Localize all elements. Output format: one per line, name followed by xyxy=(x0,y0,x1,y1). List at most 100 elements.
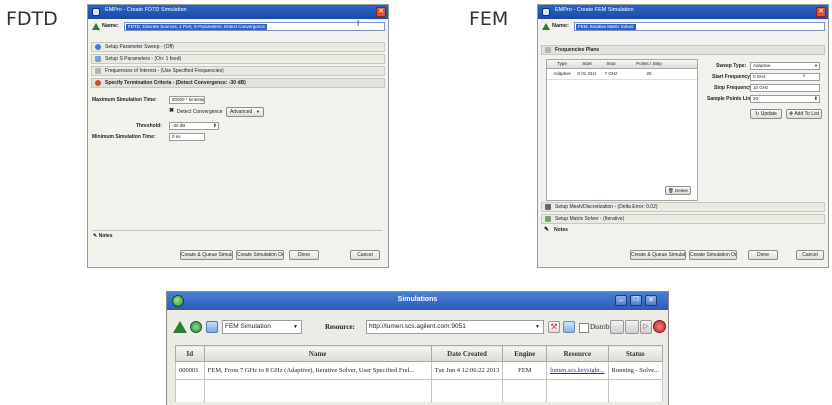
section-matrix-solver[interactable]: Setup Matrix Solver - (Iterative) xyxy=(541,214,825,224)
min-sim-time-label: Minimum Simulation Time: xyxy=(92,134,156,140)
resource-input[interactable]: http://lumen.scs.agilent.com:9051 ▼ xyxy=(366,320,544,334)
col-id-header[interactable]: Id xyxy=(175,345,205,362)
simulation-type-combo[interactable]: FEM Simulation ▼ xyxy=(222,320,302,334)
create-queue-button[interactable]: Create & Queue Simulation xyxy=(630,250,686,260)
port-icon xyxy=(95,56,101,62)
section-label: Frequencies Plans xyxy=(555,47,600,53)
close-icon[interactable]: ✕ xyxy=(816,7,826,17)
text-cursor-icon: I xyxy=(803,73,805,79)
create-only-button[interactable]: Create Simulation Only xyxy=(689,250,737,260)
col-engine-header[interactable]: Engine xyxy=(502,345,548,362)
fdtd-name-row: Name: FDTD, Discrete Sources, 1 Port, S-… xyxy=(91,19,385,32)
section-parameter-sweep[interactable]: Setup Parameter Sweep - (Off) xyxy=(91,42,385,52)
sweep-type-select[interactable]: Adaptive ▼ xyxy=(750,62,820,70)
link-icon[interactable]: ⚒ xyxy=(548,321,560,333)
notes-row[interactable]: ✎ Notes xyxy=(93,233,113,239)
section-label: Frequencies of Interest - (Use Specified… xyxy=(105,68,224,74)
min-sim-time-input[interactable]: 0 ns xyxy=(169,133,205,141)
sample-points-value: 20 xyxy=(753,96,759,101)
distributed-checkbox[interactable] xyxy=(579,323,589,333)
stop-icon[interactable] xyxy=(653,320,666,333)
done-button[interactable]: Done xyxy=(289,250,319,260)
section-notes[interactable]: ✎ Notes xyxy=(541,226,825,236)
section-label: Setup Matrix Solver - (Iterative) xyxy=(555,216,625,222)
name-input[interactable]: FEM, Iterative Matrix Solver xyxy=(574,22,825,31)
start-frequency-value: 0 GHz xyxy=(753,74,766,79)
col-name-header[interactable]: Name xyxy=(203,345,432,362)
done-button[interactable]: Done xyxy=(748,250,778,260)
stop-frequency-input[interactable]: 10 GHz xyxy=(750,84,820,92)
mesh-icon xyxy=(545,204,551,210)
fem-titlebar: EMPro - Create FEM Simulation ✕ xyxy=(538,5,828,19)
spinner-icon[interactable]: ⬍ xyxy=(814,96,818,102)
section-frequencies[interactable]: Frequencies of Interest - (Use Specified… xyxy=(91,66,385,76)
pencil-icon: ✎ xyxy=(93,233,98,239)
chevron-down-icon: ▼ xyxy=(256,109,260,114)
settings-icon[interactable] xyxy=(206,321,218,333)
close-icon[interactable]: ✕ xyxy=(645,295,657,306)
sample-points-input[interactable]: 20 ⬍ xyxy=(750,95,820,103)
stop-frequency-label: Stop Frequency: xyxy=(714,85,754,91)
fem-name-row: Name: FEM, Iterative Matrix Solver xyxy=(541,22,825,32)
col-status-header[interactable]: Status xyxy=(607,345,663,362)
section-label: Specify Termination Criteria - (Detect C… xyxy=(105,80,246,86)
chevron-down-icon: ▼ xyxy=(535,324,540,330)
section-s-parameters[interactable]: Setup S Parameters - (On: 1 feed) xyxy=(91,54,385,64)
col-resource-header[interactable]: Resource xyxy=(546,345,609,362)
create-queue-button[interactable]: Create & Queue Simulation xyxy=(180,250,233,260)
maximize-icon[interactable]: ❐ xyxy=(630,295,642,306)
advanced-dropdown[interactable]: Advanced ▼ xyxy=(226,107,264,117)
fem-label: FEM xyxy=(469,8,509,30)
resource-label: Resource: xyxy=(325,323,355,331)
warning-icon xyxy=(92,23,100,30)
name-label: Name: xyxy=(102,23,119,29)
simulations-title: Simulations xyxy=(397,296,438,303)
section-mesh[interactable]: Setup Mesh/Discretization - (Delta Error… xyxy=(541,202,825,212)
empty-row xyxy=(175,379,663,402)
chevron-down-icon: ▼ xyxy=(293,324,298,330)
max-sim-time-input[interactable]: 50000 * timestep xyxy=(169,96,205,104)
frequency-plan-table: Type Start Stop Points / Step Adaptive 0… xyxy=(546,59,698,201)
spinner-icon[interactable]: ⬍ xyxy=(213,123,217,129)
add-to-list-button[interactable]: ✚ Add To List xyxy=(786,109,822,119)
start-frequency-input[interactable]: 0 GHz I xyxy=(750,73,820,81)
cell-stop: 7 GHz xyxy=(604,71,618,76)
minimize-icon[interactable]: – xyxy=(615,295,627,306)
section-frequency-plans[interactable]: Frequencies Plans xyxy=(541,45,825,55)
cell-type: Adaptive xyxy=(553,71,571,76)
detect-convergence-checkbox[interactable]: ✖ xyxy=(169,108,175,114)
cancel-button[interactable]: Cancel xyxy=(796,250,824,260)
name-input[interactable]: FDTD, Discrete Sources, 1 Port, S-Parame… xyxy=(124,19,385,31)
col-type-header: Type xyxy=(557,61,567,66)
cell-resource-link[interactable]: lumen.scs.keysight... xyxy=(546,361,609,380)
simulations-titlebar: Simulations – ❐ ✕ xyxy=(167,292,668,310)
divider xyxy=(92,230,382,231)
warning-icon[interactable] xyxy=(173,321,187,333)
fem-window-title: EMPro - Create FEM Simulation xyxy=(555,7,634,13)
fdtd-titlebar: EMPro - Create FDTD Simulation ✕ xyxy=(88,5,388,19)
cancel-button[interactable]: Cancel xyxy=(350,250,380,260)
queue-icon[interactable] xyxy=(610,320,624,334)
app-icon xyxy=(542,8,550,16)
update-button[interactable]: ↻ Update xyxy=(750,109,782,119)
play-icon[interactable]: ▷ xyxy=(640,320,652,334)
simulations-window: Simulations – ❐ ✕ FEM Simulation ▼ Resour… xyxy=(166,291,669,405)
close-icon[interactable]: ✕ xyxy=(376,7,386,17)
computer-icon[interactable] xyxy=(563,321,575,333)
fem-window: EMPro - Create FEM Simulation ✕ Name: FE… xyxy=(537,4,829,268)
solver-icon xyxy=(545,216,551,222)
create-only-button[interactable]: Create Simulation Only xyxy=(236,250,284,260)
sweep-type-label: Sweep Type: xyxy=(716,63,747,69)
delete-button[interactable]: 🗑 Delete xyxy=(665,186,691,195)
col-date-header[interactable]: Date Created xyxy=(430,345,504,362)
pause-icon[interactable] xyxy=(625,320,639,334)
cell-status: Running - Solve... xyxy=(607,361,663,380)
section-termination[interactable]: Specify Termination Criteria - (Detect C… xyxy=(91,78,385,88)
table-row[interactable]: 000001 FEM, From 7 GHz to 8 GHz (Adaptiv… xyxy=(175,361,663,380)
sweep-icon xyxy=(95,44,101,50)
run-icon[interactable] xyxy=(190,321,202,333)
section-label: Notes xyxy=(554,227,568,233)
col-start-header: Start xyxy=(582,61,592,66)
threshold-input[interactable]: -30 dB ⬍ xyxy=(169,122,219,130)
table-header-row: Id Name Date Created Engine Resource Sta… xyxy=(175,345,663,362)
